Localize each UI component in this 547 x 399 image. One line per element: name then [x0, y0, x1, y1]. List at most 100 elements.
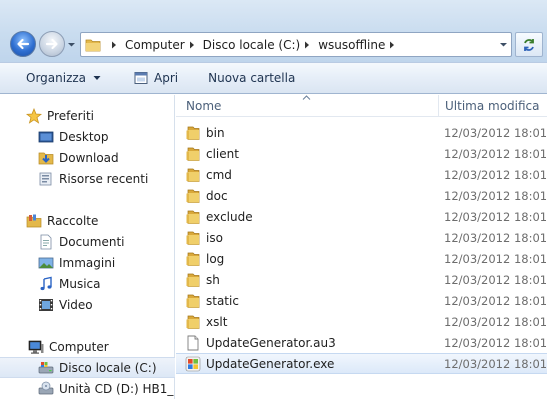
nav-label: Disco locale (C:) [59, 360, 157, 375]
file-modified-date: 12/03/2012 18:01 [444, 230, 547, 245]
file-row[interactable]: exclude 12/03/2012 18:01 [176, 206, 547, 227]
file-modified-date: 12/03/2012 18:01 [444, 335, 547, 350]
new-folder-button[interactable]: Nuova cartella [208, 71, 295, 85]
file-modified-date: 12/03/2012 18:01 [444, 356, 547, 371]
star-icon [26, 107, 42, 124]
application-icon [185, 356, 201, 372]
column-header-row: Nome Ultima modifica [176, 95, 547, 117]
file-name: sh [206, 272, 220, 287]
file-row[interactable]: static 12/03/2012 18:01 [176, 290, 547, 311]
nav-downloads[interactable]: Download [0, 147, 175, 168]
file-icon [185, 335, 201, 351]
computer-icon [28, 339, 44, 355]
breadcrumb-separator-icon[interactable] [303, 41, 311, 49]
column-divider[interactable] [438, 95, 439, 117]
breadcrumb-separator-icon[interactable] [110, 41, 118, 49]
file-row[interactable]: UpdateGenerator.exe 12/03/2012 18:01 [176, 353, 547, 374]
nav-music[interactable]: Musica [0, 273, 175, 294]
breadcrumb-computer[interactable]: Computer [125, 38, 185, 52]
desktop-icon [38, 129, 54, 145]
file-modified-date: 12/03/2012 18:01 [444, 167, 547, 182]
nav-local-disk-c[interactable]: Disco locale (C:) [0, 357, 175, 378]
nav-videos[interactable]: Video [0, 294, 175, 315]
file-list: Nome Ultima modifica bin 12/03/2012 18:01… [176, 95, 547, 399]
column-header-name[interactable]: Nome [186, 99, 221, 113]
address-field[interactable]: Computer Disco locale (C:) wsusoffline [80, 32, 512, 57]
navigation-pane: Preferiti Desktop Download Risorse recen… [0, 95, 175, 399]
open-label: Apri [154, 71, 179, 85]
folder-icon [185, 188, 201, 204]
file-modified-date: 12/03/2012 18:01 [444, 125, 547, 140]
file-name: xslt [206, 314, 228, 329]
file-modified-date: 12/03/2012 18:01 [444, 146, 547, 161]
nav-desktop[interactable]: Desktop [0, 126, 175, 147]
file-name: cmd [206, 167, 232, 182]
file-name: log [206, 251, 225, 266]
folder-icon [185, 209, 201, 225]
sort-ascending-icon [302, 95, 311, 100]
file-row[interactable]: log 12/03/2012 18:01 [176, 248, 547, 269]
file-row[interactable]: cmd 12/03/2012 18:01 [176, 164, 547, 185]
file-modified-date: 12/03/2012 18:01 [444, 188, 547, 203]
file-modified-date: 12/03/2012 18:01 [444, 209, 547, 224]
chevron-down-icon [93, 76, 101, 80]
nav-pictures[interactable]: Immagini [0, 252, 175, 273]
refresh-button[interactable] [515, 32, 543, 57]
open-button[interactable]: Apri [134, 71, 178, 85]
file-row[interactable]: xslt 12/03/2012 18:01 [176, 311, 547, 332]
folder-icon [185, 125, 201, 141]
file-row[interactable]: UpdateGenerator.au3 12/03/2012 18:01 [176, 332, 547, 353]
video-icon [38, 297, 54, 313]
file-row[interactable]: bin 12/03/2012 18:01 [176, 122, 547, 143]
nav-label: Desktop [59, 129, 109, 144]
file-name: exclude [206, 209, 253, 224]
nav-label: Immagini [59, 255, 116, 270]
folder-icon [185, 146, 201, 162]
folder-icon [185, 167, 201, 183]
file-row[interactable]: client 12/03/2012 18:01 [176, 143, 547, 164]
nav-label: Unità CD (D:) HB1_ [59, 381, 174, 396]
folder-icon [185, 293, 201, 309]
column-header-modified[interactable]: Ultima modifica [445, 99, 540, 113]
file-name: bin [206, 125, 225, 140]
organize-label: Organizza [26, 71, 87, 85]
recent-places-icon [38, 171, 54, 187]
nav-favorites[interactable]: Preferiti [0, 105, 175, 126]
file-row[interactable]: iso 12/03/2012 18:01 [176, 227, 547, 248]
nav-label: Documenti [59, 234, 125, 249]
file-name: doc [206, 188, 228, 203]
file-modified-date: 12/03/2012 18:01 [444, 272, 547, 287]
nav-label: Computer [49, 339, 109, 354]
pictures-icon [38, 255, 54, 271]
nav-libraries[interactable]: Raccolte [0, 210, 175, 231]
breadcrumb-wsusoffline[interactable]: wsusoffline [318, 38, 385, 52]
nav-recent-places[interactable]: Risorse recenti [0, 168, 175, 189]
breadcrumb-separator-icon[interactable] [188, 41, 196, 49]
file-modified-date: 12/03/2012 18:01 [444, 314, 547, 329]
new-folder-label: Nuova cartella [208, 71, 296, 85]
recent-pages-dropdown-icon[interactable] [67, 40, 76, 49]
breadcrumb-local-disk[interactable]: Disco locale (C:) [203, 38, 301, 52]
file-row[interactable]: sh 12/03/2012 18:01 [176, 269, 547, 290]
breadcrumb-separator-icon[interactable] [388, 41, 396, 49]
nav-label: Raccolte [47, 213, 99, 228]
refresh-icon [524, 38, 534, 51]
window-open-icon [134, 72, 148, 84]
file-name: static [206, 293, 239, 308]
nav-documents[interactable]: Documenti [0, 231, 175, 252]
download-folder-icon [38, 150, 54, 166]
file-name: client [206, 146, 239, 161]
file-modified-date: 12/03/2012 18:01 [444, 251, 547, 266]
file-modified-date: 12/03/2012 18:01 [444, 293, 547, 308]
nav-computer[interactable]: Computer [0, 336, 175, 357]
forward-button[interactable] [39, 31, 65, 57]
back-button[interactable] [10, 31, 36, 57]
file-row[interactable]: doc 12/03/2012 18:01 [176, 185, 547, 206]
music-icon [38, 276, 54, 292]
organize-button[interactable]: Organizza [26, 71, 101, 85]
address-history-dropdown[interactable] [495, 33, 511, 56]
file-name: UpdateGenerator.au3 [206, 335, 336, 350]
nav-label: Download [59, 150, 119, 165]
address-bar-region: Computer Disco locale (C:) wsusoffline [0, 0, 547, 62]
nav-cd-drive-d[interactable]: Unità CD (D:) HB1_ [0, 378, 175, 399]
